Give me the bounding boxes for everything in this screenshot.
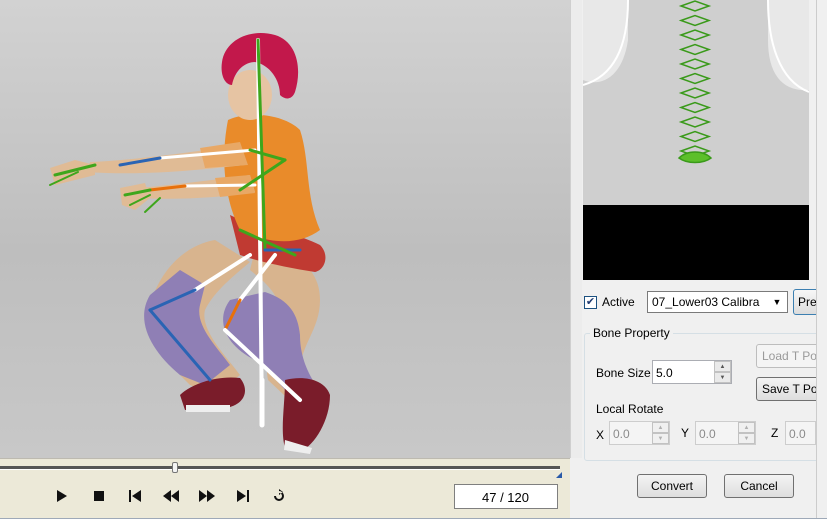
- bone-size-input[interactable]: 5.0 ▲ ▼: [652, 360, 732, 384]
- spine-preview-image: [583, 0, 809, 205]
- timeline-bar: 47 / 120: [0, 458, 570, 518]
- rewind-button[interactable]: [159, 485, 183, 507]
- spin-up-icon[interactable]: ▲: [738, 422, 755, 433]
- cancel-button[interactable]: Cancel: [724, 474, 794, 498]
- stop-icon: [94, 491, 104, 501]
- dropdown-arrow-icon: ▼: [772, 297, 782, 307]
- bone-size-label: Bone Size: [596, 366, 651, 380]
- bone-property-title: Bone Property: [590, 326, 673, 340]
- z-label: Z: [771, 426, 779, 440]
- 3d-viewport[interactable]: [0, 0, 570, 458]
- timeline-track[interactable]: [0, 466, 560, 470]
- fast-forward-icon: [199, 490, 215, 502]
- window-edge: [816, 0, 827, 523]
- active-label: Active: [602, 295, 635, 309]
- active-toggle[interactable]: ✔ Active: [584, 292, 635, 312]
- timeline-end-marker: [556, 472, 562, 478]
- stop-button[interactable]: [87, 485, 111, 507]
- skip-to-end-icon: [237, 490, 249, 502]
- rotate-z-input[interactable]: 0.0: [785, 421, 816, 445]
- loop-icon: [274, 489, 284, 501]
- skip-to-start-icon: [129, 490, 141, 502]
- bone-size-value: 5.0: [656, 366, 673, 380]
- timeline-thumb[interactable]: [172, 462, 178, 473]
- play-icon: [57, 490, 67, 502]
- panel-divider[interactable]: [570, 0, 582, 458]
- skip-to-start-button[interactable]: [123, 485, 147, 507]
- fast-forward-button[interactable]: [195, 485, 219, 507]
- skip-to-end-button[interactable]: [231, 485, 255, 507]
- rotate-x-value: 0.0: [613, 427, 630, 441]
- active-checkbox[interactable]: ✔: [584, 295, 597, 309]
- play-button[interactable]: [50, 485, 74, 507]
- local-rotate-label: Local Rotate: [596, 402, 664, 416]
- convert-button[interactable]: Convert: [637, 474, 707, 498]
- bone-select-value: 07_Lower03 Calibra: [652, 295, 760, 309]
- character-model: [49, 33, 330, 454]
- x-label: X: [596, 428, 605, 442]
- rotate-y-input[interactable]: 0.0 ▲ ▼: [695, 421, 756, 445]
- window-bottom-border: [0, 518, 827, 523]
- frame-counter: 47 / 120: [454, 484, 558, 509]
- rotate-y-value: 0.0: [699, 427, 716, 441]
- spin-down-icon[interactable]: ▼: [714, 372, 731, 383]
- checkmark-icon: ✔: [585, 295, 596, 308]
- bone-preview: [583, 0, 809, 280]
- spin-up-icon[interactable]: ▲: [714, 361, 731, 372]
- spin-up-icon[interactable]: ▲: [652, 422, 669, 433]
- spin-down-icon[interactable]: ▼: [652, 433, 669, 444]
- rotate-z-value: 0.0: [789, 427, 806, 441]
- bone-select[interactable]: 07_Lower03 Calibra ▼: [647, 291, 788, 313]
- y-label: Y: [681, 426, 690, 440]
- rotate-x-input[interactable]: 0.0 ▲ ▼: [609, 421, 670, 445]
- rewind-icon: [163, 490, 179, 502]
- spin-down-icon[interactable]: ▼: [738, 433, 755, 444]
- loop-button[interactable]: [267, 485, 291, 507]
